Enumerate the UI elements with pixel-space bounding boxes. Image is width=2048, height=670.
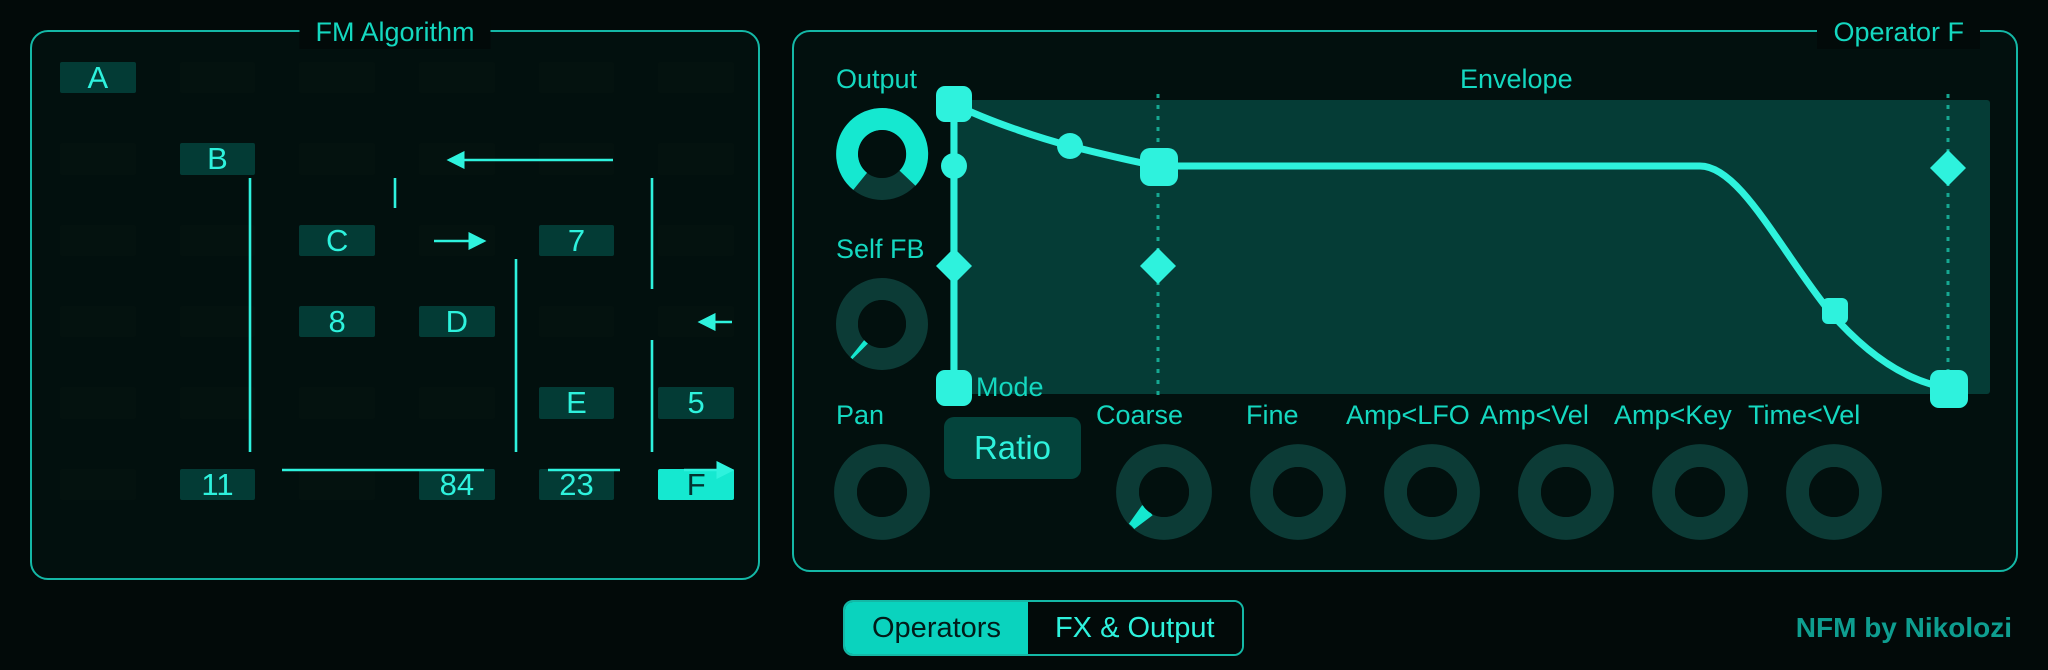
fm-cell-empty[interactable] bbox=[539, 62, 615, 93]
fm-cell-7[interactable]: 7 bbox=[539, 225, 615, 256]
envelope-editor[interactable] bbox=[950, 100, 1990, 394]
amp-key-label: Amp<Key bbox=[1614, 400, 1732, 430]
coarse-label: Coarse bbox=[1096, 400, 1183, 430]
fm-cell-empty[interactable] bbox=[60, 469, 136, 500]
amp-vel-label: Amp<Vel bbox=[1480, 400, 1589, 430]
fm-cell-empty[interactable] bbox=[539, 143, 615, 174]
fm-cell-D[interactable]: D bbox=[419, 306, 495, 337]
brand-label: NFM by Nikolozi bbox=[1796, 612, 2012, 644]
fm-cell-empty[interactable] bbox=[299, 62, 375, 93]
fm-cell-5[interactable]: 5 bbox=[658, 387, 734, 418]
self-fb-knob[interactable] bbox=[834, 276, 930, 372]
footer-tab-bar[interactable]: OperatorsFX & Output bbox=[843, 600, 1244, 656]
amp-lfo-label: Amp<LFO bbox=[1346, 400, 1470, 430]
envelope-marker-loop-start bbox=[936, 248, 972, 284]
fm-cell-11[interactable]: 11 bbox=[180, 469, 256, 500]
tab-operators[interactable]: Operators bbox=[845, 602, 1028, 654]
fm-cell-empty[interactable] bbox=[419, 387, 495, 418]
plugin-window: FM Algorithm A B C 7 8 D E 5 11 84 23 F bbox=[0, 0, 2048, 670]
fm-cell-empty[interactable] bbox=[419, 62, 495, 93]
self-fb-label: Self FB bbox=[836, 234, 925, 264]
envelope-handle-bottom bbox=[936, 370, 972, 406]
amp-vel-knob[interactable] bbox=[1516, 442, 1616, 542]
envelope-handle-end bbox=[1930, 370, 1968, 408]
fm-cell-empty[interactable] bbox=[539, 306, 615, 337]
envelope-label: Envelope bbox=[1460, 64, 1573, 94]
fm-cell-empty[interactable] bbox=[419, 225, 495, 256]
fm-cell-empty[interactable] bbox=[180, 225, 256, 256]
fm-cell-empty[interactable] bbox=[60, 387, 136, 418]
fm-algorithm-grid[interactable]: A B C 7 8 D E 5 11 84 23 F bbox=[60, 62, 734, 500]
envelope-marker-loop-b bbox=[1930, 150, 1966, 186]
envelope-handle-release-curve bbox=[1822, 298, 1848, 324]
fm-cell-C[interactable]: C bbox=[299, 225, 375, 256]
fm-cell-empty[interactable] bbox=[60, 143, 136, 174]
fine-label: Fine bbox=[1246, 400, 1299, 430]
fm-cell-empty[interactable] bbox=[299, 469, 375, 500]
pan-label: Pan bbox=[836, 400, 884, 430]
fm-cell-empty[interactable] bbox=[299, 387, 375, 418]
fm-cell-empty[interactable] bbox=[60, 306, 136, 337]
fm-cell-empty[interactable] bbox=[658, 62, 734, 93]
fm-cell-empty[interactable] bbox=[180, 387, 256, 418]
fine-knob[interactable] bbox=[1248, 442, 1348, 542]
fm-cell-B[interactable]: B bbox=[180, 143, 256, 174]
tab-fx-output[interactable]: FX & Output bbox=[1028, 602, 1242, 654]
fm-cell-E[interactable]: E bbox=[539, 387, 615, 418]
envelope-marker-loop-a bbox=[1140, 248, 1176, 284]
fm-cell-84[interactable]: 84 bbox=[419, 469, 495, 500]
amp-key-knob[interactable] bbox=[1650, 442, 1750, 542]
envelope-handle-attack-curve bbox=[1057, 133, 1083, 159]
envelope-curve bbox=[954, 104, 1948, 388]
fm-cell-A[interactable]: A bbox=[60, 62, 136, 93]
fm-cell-empty[interactable] bbox=[180, 306, 256, 337]
time-vel-label: Time<Vel bbox=[1748, 400, 1860, 430]
envelope-handle-decay bbox=[1140, 148, 1178, 186]
fm-cell-empty[interactable] bbox=[180, 62, 256, 93]
fm-cell-empty[interactable] bbox=[60, 225, 136, 256]
envelope-handle-level bbox=[941, 153, 967, 179]
operator-panel-title: Operator F bbox=[1817, 15, 1980, 49]
amp-lfo-knob[interactable] bbox=[1382, 442, 1482, 542]
coarse-knob[interactable] bbox=[1114, 442, 1214, 542]
fm-cell-23[interactable]: 23 bbox=[539, 469, 615, 500]
fm-algorithm-panel: FM Algorithm ABC78DE5118423F bbox=[30, 30, 760, 580]
time-vel-knob[interactable] bbox=[1784, 442, 1884, 542]
operator-panel: Operator F Output Self FB Envelope bbox=[792, 30, 2018, 572]
mode-button[interactable]: Ratio bbox=[944, 417, 1081, 479]
fm-cell-empty[interactable] bbox=[658, 143, 734, 174]
pan-knob[interactable] bbox=[832, 442, 932, 542]
fm-cell-empty[interactable] bbox=[299, 143, 375, 174]
fm-cell-empty[interactable] bbox=[658, 306, 734, 337]
fm-cell-F[interactable]: F bbox=[658, 469, 734, 500]
fm-cell-empty[interactable] bbox=[658, 225, 734, 256]
fm-cell-8[interactable]: 8 bbox=[299, 306, 375, 337]
fm-algorithm-title: FM Algorithm bbox=[299, 15, 490, 49]
fm-cell-empty[interactable] bbox=[419, 143, 495, 174]
output-label: Output bbox=[836, 64, 917, 94]
envelope-handle-start bbox=[936, 86, 972, 122]
mode-label: Mode bbox=[976, 372, 1044, 402]
output-knob[interactable] bbox=[834, 106, 930, 202]
